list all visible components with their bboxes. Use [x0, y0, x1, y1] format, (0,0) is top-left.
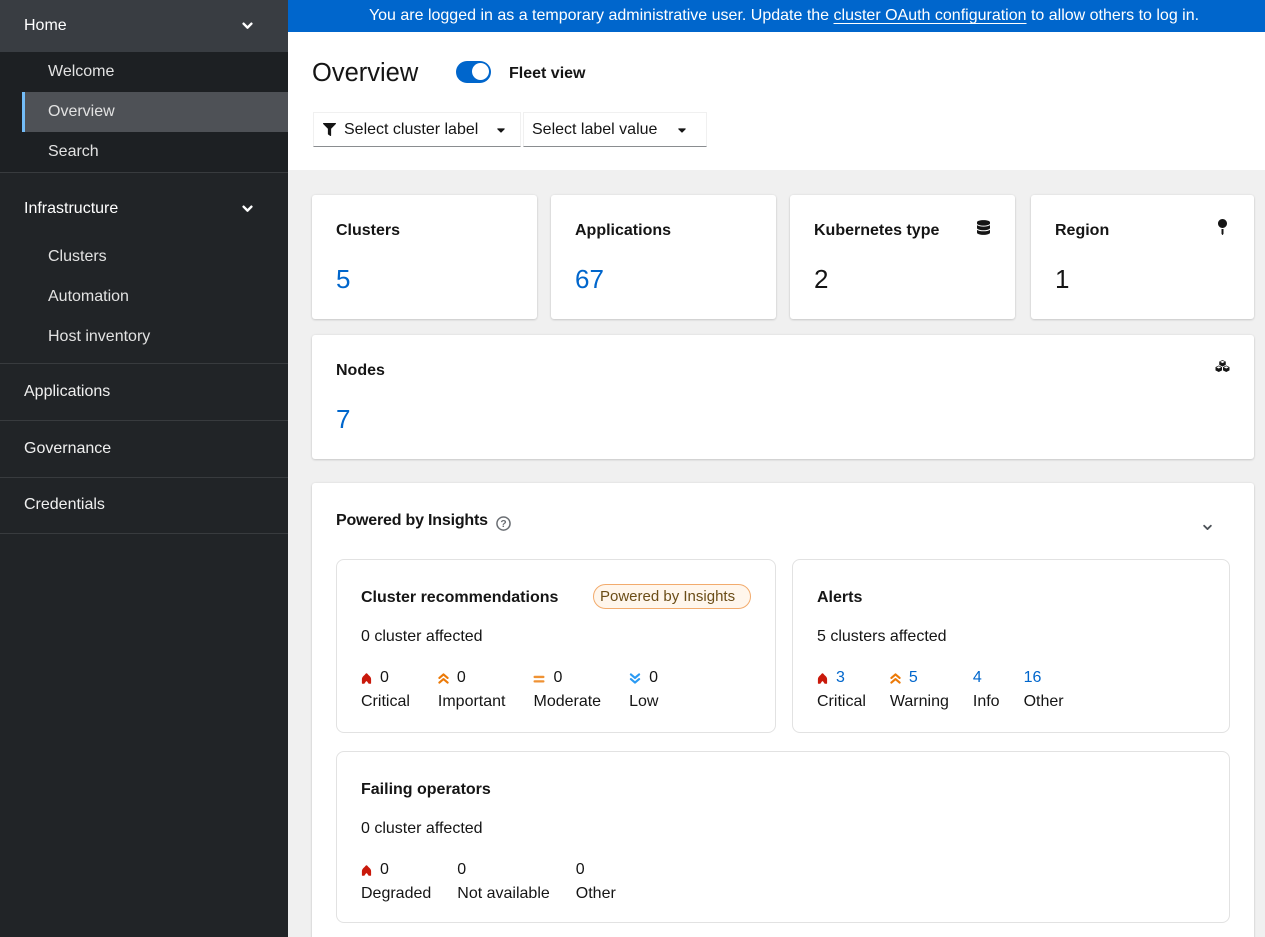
svg-text:?: ? — [500, 519, 506, 530]
